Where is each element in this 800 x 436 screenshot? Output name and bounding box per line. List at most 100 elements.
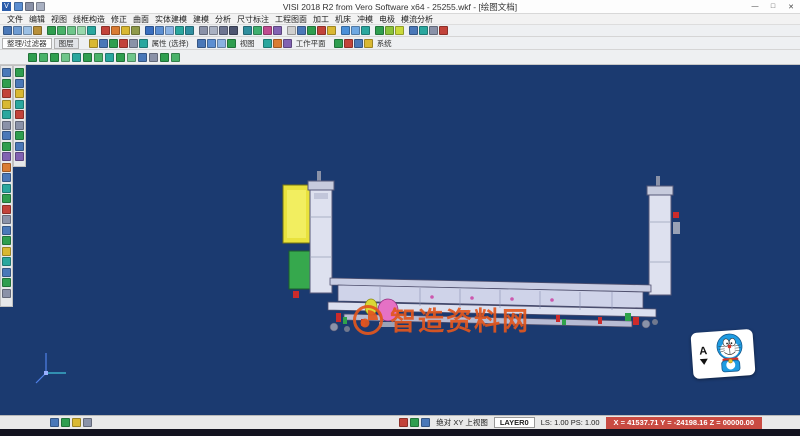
toolbar-icon[interactable] (119, 39, 128, 48)
active-layer-badge[interactable]: LAYER0 (494, 417, 535, 428)
toolbar-icon[interactable] (227, 39, 236, 48)
toolbar-icon[interactable] (344, 39, 353, 48)
toolbar-icon[interactable] (385, 26, 394, 35)
toolbar-icon[interactable] (175, 26, 184, 35)
toolbar-icon[interactable] (307, 26, 316, 35)
menu-item[interactable]: 曲面 (130, 14, 152, 25)
toolbar-icon[interactable] (185, 26, 194, 35)
menu-item[interactable]: 冲模 (354, 14, 376, 25)
toolbar-icon[interactable] (361, 26, 370, 35)
toolbar-icon[interactable] (171, 53, 180, 62)
toolbar-icon[interactable] (111, 26, 120, 35)
toolbar-icon[interactable] (3, 26, 12, 35)
toolbar-icon[interactable] (317, 26, 326, 35)
toolbar-icon[interactable] (145, 26, 154, 35)
toolbar-icon[interactable] (127, 53, 136, 62)
save-icon[interactable] (14, 2, 23, 11)
toolbar-icon[interactable] (39, 53, 48, 62)
toolbar-icon[interactable] (263, 39, 272, 48)
toolbar-icon[interactable] (209, 26, 218, 35)
tab-organize-filter[interactable]: 整理/过滤器 (2, 38, 52, 49)
toolbar-icon[interactable] (129, 39, 138, 48)
menu-item[interactable]: 加工 (310, 14, 332, 25)
redo-icon[interactable] (36, 2, 45, 11)
menu-item[interactable]: 文件 (4, 14, 26, 25)
menu-item[interactable]: 模流分析 (398, 14, 436, 25)
tab-layers[interactable]: 图层 (54, 38, 79, 49)
toolbar-icon[interactable] (263, 26, 272, 35)
toolbar-icon[interactable] (351, 26, 360, 35)
toolbar-icon[interactable] (116, 53, 125, 62)
toolbar-icon[interactable] (410, 418, 419, 427)
toolbar-icon[interactable] (105, 53, 114, 62)
toolbar-icon[interactable] (419, 26, 428, 35)
close-button[interactable]: ✕ (782, 0, 800, 13)
toolbar-icon[interactable] (399, 418, 408, 427)
toolbar-icon[interactable] (375, 26, 384, 35)
toolbar-icon[interactable] (229, 26, 238, 35)
menu-item[interactable]: 尺寸标注 (234, 14, 272, 25)
toolbar-icon[interactable] (155, 26, 164, 35)
toolbar-icon[interactable] (57, 26, 66, 35)
toolbar-icon[interactable] (109, 39, 118, 48)
toolbar-icon[interactable] (77, 26, 86, 35)
toolbar-icon[interactable] (50, 418, 59, 427)
toolbar-icon[interactable] (67, 26, 76, 35)
menu-item[interactable]: 编辑 (26, 14, 48, 25)
toolbar-icon[interactable] (99, 39, 108, 48)
toolbar-icon[interactable] (72, 53, 81, 62)
model-green-block[interactable] (289, 251, 310, 289)
toolbar-icon[interactable] (165, 26, 174, 35)
menu-item[interactable]: 工程图面 (272, 14, 310, 25)
toolbar-icon[interactable] (28, 53, 37, 62)
toolbar-icon[interactable] (395, 26, 404, 35)
toolbar-icon[interactable] (243, 26, 252, 35)
menu-item[interactable]: 电极 (376, 14, 398, 25)
toolbar-icon[interactable] (121, 26, 130, 35)
toolbar-icon[interactable] (273, 39, 282, 48)
undo-icon[interactable] (25, 2, 34, 11)
toolbar-icon[interactable] (287, 26, 296, 35)
toolbar-icon[interactable] (207, 39, 216, 48)
menu-item[interactable]: 线框构造 (70, 14, 108, 25)
toolbar-icon[interactable] (283, 39, 292, 48)
cad-model-view[interactable] (0, 65, 800, 415)
toolbar-icon[interactable] (89, 39, 98, 48)
menu-item[interactable]: 修正 (108, 14, 130, 25)
menu-item[interactable]: 分析 (212, 14, 234, 25)
toolbar-icon[interactable] (199, 26, 208, 35)
toolbar-icon[interactable] (439, 26, 448, 35)
toolbar-icon[interactable] (149, 53, 158, 62)
toolbar-icon[interactable] (131, 26, 140, 35)
menu-item[interactable]: 实体建模 (152, 14, 190, 25)
toolbar-icon[interactable] (327, 26, 336, 35)
toolbar-icon[interactable] (139, 39, 148, 48)
toolbar-icon[interactable] (83, 418, 92, 427)
toolbar-icon[interactable] (83, 53, 92, 62)
toolbar-icon[interactable] (409, 26, 418, 35)
view-mode-label[interactable]: 绝对 XY 上视图 (436, 417, 488, 428)
model-right-column[interactable] (649, 195, 671, 295)
viewport-3d[interactable]: 智造资料网 A (0, 65, 800, 415)
toolbar-icon[interactable] (217, 39, 226, 48)
toolbar-icon[interactable] (47, 26, 56, 35)
toolbar-icon[interactable] (87, 26, 96, 35)
model-left-column[interactable] (310, 190, 332, 293)
toolbar-icon[interactable] (354, 39, 363, 48)
toolbar-icon[interactable] (297, 26, 306, 35)
toolbar-icon[interactable] (138, 53, 147, 62)
maximize-button[interactable]: □ (764, 0, 782, 13)
toolbar-icon[interactable] (364, 39, 373, 48)
toolbar-icon[interactable] (429, 26, 438, 35)
toolbar-icon[interactable] (219, 26, 228, 35)
toolbar-icon[interactable] (253, 26, 262, 35)
toolbar-icon[interactable] (33, 26, 42, 35)
toolbar-icon[interactable] (273, 26, 282, 35)
toolbar-icon[interactable] (101, 26, 110, 35)
toolbar-icon[interactable] (50, 53, 59, 62)
toolbar-icon[interactable] (61, 418, 70, 427)
minimize-button[interactable]: — (746, 0, 764, 13)
toolbar-icon[interactable] (160, 53, 169, 62)
toolbar-icon[interactable] (197, 39, 206, 48)
menu-item[interactable]: 视图 (48, 14, 70, 25)
